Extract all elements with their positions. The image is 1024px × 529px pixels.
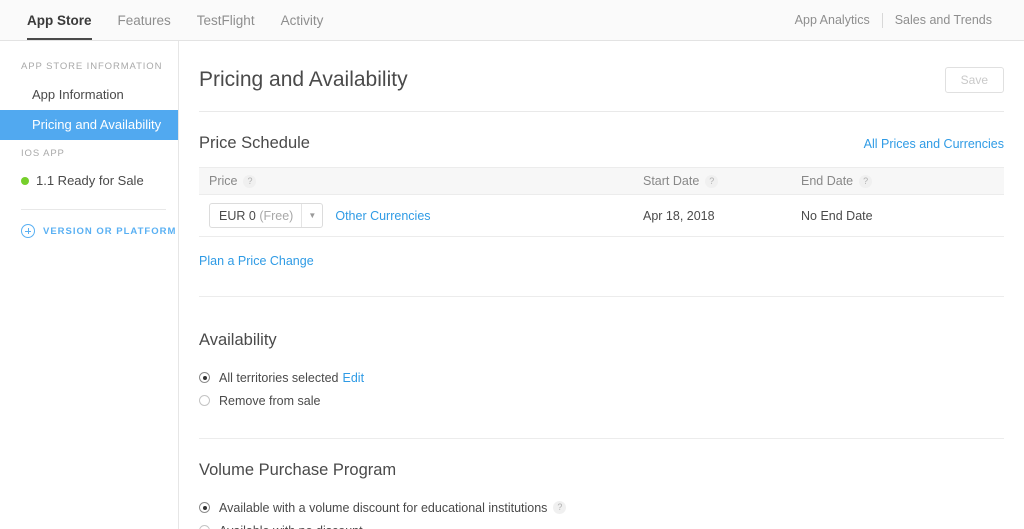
column-header-start-date: Start Date ? [643, 174, 801, 188]
radio-label-vpp-no-discount: Available with no discount [219, 524, 363, 529]
price-cell: EUR 0 (Free) ▼ Other Currencies [199, 203, 643, 228]
column-header-price-label: Price [209, 174, 238, 188]
column-header-price: Price ? [199, 174, 643, 188]
price-schedule-section: Price Schedule All Prices and Currencies… [199, 112, 1004, 270]
price-schedule-header: Price Schedule All Prices and Currencies [199, 134, 1004, 153]
sidebar-section-app-store-information: APP STORE INFORMATION [21, 61, 163, 72]
help-icon-end-date[interactable]: ? [859, 174, 873, 188]
body-layout: APP STORE INFORMATION App Information Pr… [0, 41, 1024, 529]
price-schedule-table: Price ? Start Date ? End Date ? EUR 0 (F… [199, 167, 1004, 237]
help-icon-price[interactable]: ? [243, 174, 257, 188]
price-select-amount: EUR 0 [219, 208, 256, 223]
availability-section: Availability All territories selected Ed… [199, 297, 1004, 412]
plan-a-price-change-link[interactable]: Plan a Price Change [199, 254, 314, 268]
add-version-or-platform-label: VERSION OR PLATFORM [43, 225, 177, 237]
radio-all-territories-selected[interactable]: All territories selected Edit [199, 366, 1004, 389]
other-currencies-link[interactable]: Other Currencies [335, 209, 430, 223]
radio-vpp-educational-discount[interactable]: Available with a volume discount for edu… [199, 496, 1004, 519]
sidebar-item-pricing-and-availability[interactable]: Pricing and Availability [0, 110, 178, 140]
radio-icon-selected [199, 372, 210, 383]
status-dot-icon [21, 176, 29, 185]
price-schedule-title: Price Schedule [199, 134, 310, 152]
column-header-start-date-label: Start Date [643, 174, 700, 188]
column-header-end-date-label: End Date [801, 174, 854, 188]
tab-app-store[interactable]: App Store [14, 0, 105, 40]
edit-territories-link[interactable]: Edit [343, 371, 365, 385]
sidebar-version-status-label: 1.1 Ready for Sale [36, 173, 144, 188]
price-select[interactable]: EUR 0 (Free) ▼ [209, 203, 324, 228]
sidebar-item-app-information[interactable]: App Information [0, 80, 178, 110]
sidebar-item-version-status[interactable]: 1.1 Ready for Sale [0, 167, 178, 195]
availability-options: All territories selected Edit Remove fro… [199, 366, 1004, 412]
column-header-end-date: End Date ? [801, 174, 1004, 188]
add-version-or-platform-button[interactable]: VERSION OR PLATFORM [0, 210, 178, 238]
availability-title: Availability [199, 331, 277, 349]
radio-vpp-no-discount[interactable]: Available with no discount [199, 519, 1004, 529]
tab-testflight[interactable]: TestFlight [184, 0, 268, 40]
volume-purchase-program-section: Volume Purchase Program Available with a… [199, 439, 1004, 529]
app-root: App Store Features TestFlight Activity A… [0, 0, 1024, 529]
help-icon-start-date[interactable]: ? [705, 174, 719, 188]
top-navigation-bar: App Store Features TestFlight Activity A… [0, 0, 1024, 41]
table-header-row: Price ? Start Date ? End Date ? [199, 167, 1004, 195]
tab-activity[interactable]: Activity [268, 0, 337, 40]
radio-label-all-territories: All territories selected [219, 370, 339, 385]
sidebar-section-ios-app: iOS APP [21, 148, 65, 159]
radio-label-remove-from-sale: Remove from sale [219, 393, 321, 408]
top-right-links: App Analytics Sales and Trends [783, 0, 1024, 40]
plus-circle-icon [21, 224, 35, 238]
radio-remove-from-sale[interactable]: Remove from sale [199, 389, 1004, 412]
price-select-value: EUR 0 (Free) [210, 209, 301, 223]
end-date-cell: No End Date [801, 208, 873, 223]
radio-icon-selected [199, 502, 210, 513]
price-select-suffix: (Free) [259, 208, 294, 223]
vpp-options: Available with a volume discount for edu… [199, 496, 1004, 529]
radio-icon-unselected [199, 525, 210, 529]
radio-label-vpp-educational: Available with a volume discount for edu… [219, 500, 548, 515]
page-header: Pricing and Availability Save [199, 41, 1004, 112]
volume-purchase-program-title: Volume Purchase Program [199, 461, 397, 479]
table-row: EUR 0 (Free) ▼ Other Currencies Apr 18, … [199, 195, 1004, 237]
radio-icon-unselected [199, 395, 210, 406]
main-content: Pricing and Availability Save Price Sche… [179, 41, 1024, 529]
main-tabs: App Store Features TestFlight Activity [0, 0, 336, 40]
save-button[interactable]: Save [944, 67, 1004, 93]
app-analytics-link[interactable]: App Analytics [783, 13, 882, 27]
sidebar: APP STORE INFORMATION App Information Pr… [0, 41, 179, 529]
sales-and-trends-link[interactable]: Sales and Trends [883, 13, 1004, 27]
page-title: Pricing and Availability [199, 68, 408, 91]
chevron-down-icon: ▼ [301, 204, 322, 227]
all-prices-and-currencies-link[interactable]: All Prices and Currencies [864, 137, 1004, 151]
start-date-cell: Apr 18, 2018 [643, 208, 715, 223]
tab-features[interactable]: Features [105, 0, 184, 40]
help-icon-vpp-educational[interactable]: ? [553, 501, 567, 514]
